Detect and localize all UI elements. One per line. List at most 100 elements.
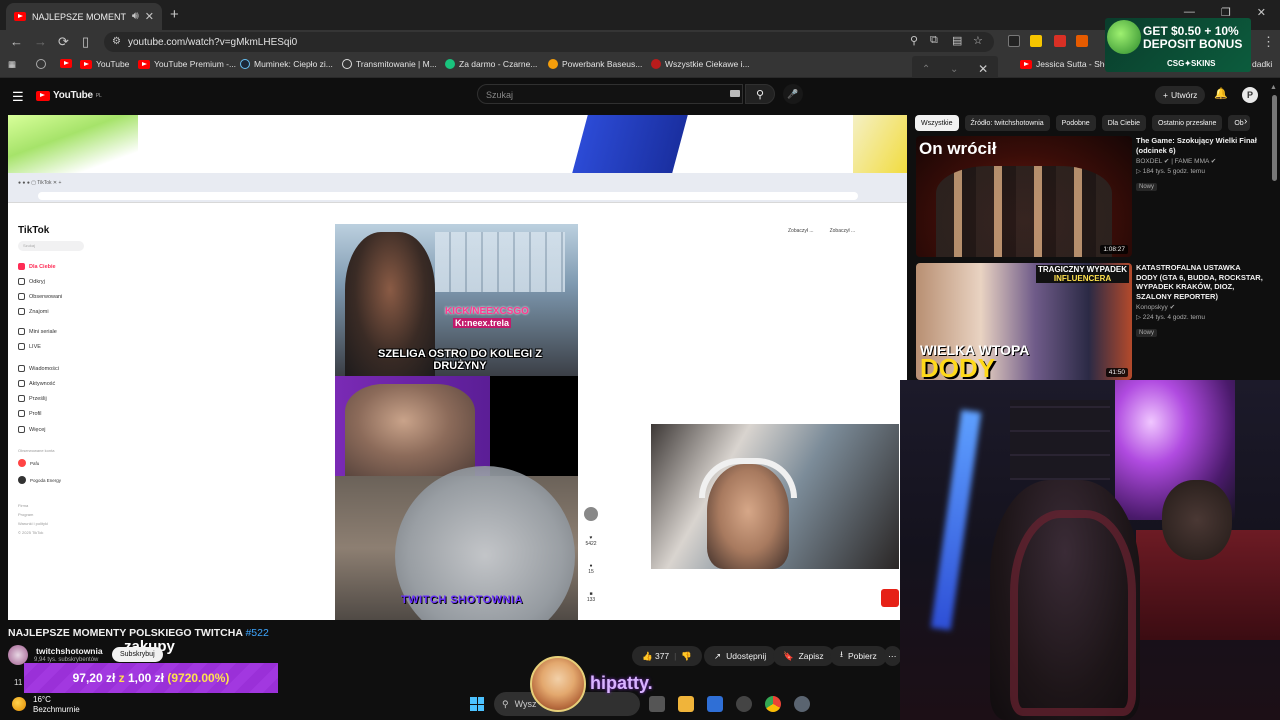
download-button[interactable]: ⭳ Pobierz — [830, 646, 887, 666]
bookmark-item[interactable]: YouTube Premium -... — [138, 59, 236, 69]
keyboard-icon[interactable] — [730, 90, 740, 97]
chip-source[interactable]: Źródło: twitchshotownia — [964, 115, 1050, 131]
tab-audio-icon[interactable]: 🔊︎ — [132, 10, 139, 23]
recommendation-meta: ▷ 224 tys. 4 godz. temu — [1136, 314, 1205, 321]
chip-all[interactable]: Wszystkie — [915, 115, 959, 131]
browser-menu-icon[interactable]: ⋮ — [1262, 34, 1275, 50]
bookmark-star-icon[interactable]: ☆ — [973, 34, 983, 47]
share-button[interactable]: ↗ Udostępnij — [704, 646, 777, 666]
bookmark-item[interactable]: Transmitowanie | M... — [342, 59, 437, 69]
windows-start-icon[interactable] — [470, 697, 484, 711]
bell-icon[interactable]: 🔔 — [1214, 87, 1228, 100]
bookmark-item[interactable]: Muminek: Ciepło zi... — [240, 59, 333, 69]
create-label: Utwórz — [1170, 90, 1198, 100]
weather-icon[interactable] — [12, 697, 26, 711]
bookmark-item[interactable]: Wszystkie Ciekawe i... — [651, 59, 750, 69]
reload-icon[interactable]: ⟳ — [58, 34, 69, 50]
bookmark-item[interactable]: dadki — [1252, 59, 1272, 69]
tiktok-nav-item: Wiadomości — [18, 365, 59, 372]
save-button[interactable]: 🔖 Zapisz — [773, 646, 834, 666]
tiktok-nav-item: LIVE — [18, 343, 41, 350]
chip-related[interactable]: Podobne — [1055, 115, 1096, 131]
menu-icon[interactable]: ☰ — [12, 89, 24, 105]
youtube-logo-text: YouTube — [53, 90, 93, 101]
extension-icon[interactable] — [1054, 35, 1066, 47]
more-actions-button[interactable]: ⋯ — [884, 646, 901, 666]
file-explorer-icon[interactable] — [678, 696, 694, 712]
task-view-icon[interactable] — [649, 696, 665, 712]
find-close-icon[interactable]: ✕ — [978, 62, 988, 76]
scroll-up-icon[interactable]: ▲ — [1270, 84, 1277, 91]
chip-for-you[interactable]: Dla Ciebie — [1101, 115, 1146, 131]
dislike-button[interactable]: 👎 — [681, 651, 692, 662]
zoom-icon[interactable]: ⚲ — [910, 34, 918, 47]
subscribe-button[interactable]: Subskrybuj — [112, 647, 163, 662]
chrome-icon[interactable] — [765, 696, 781, 712]
like-button[interactable]: 👍 377 — [642, 651, 669, 662]
new-tab-button[interactable]: + — [170, 6, 179, 23]
bookmark-item[interactable] — [36, 59, 46, 69]
recommendation-title[interactable]: KATASTROFALNA USTAWKA DODY (GTA 6, BUDDA… — [1136, 263, 1264, 301]
browser-tab-active[interactable]: NAJLEPSZE MOMENTY POLSKI 🔊︎ ✕ — [6, 3, 162, 30]
back-icon[interactable]: ← — [10, 34, 23, 49]
find-next-icon[interactable]: ⌄ — [950, 64, 958, 75]
close-window-button[interactable]: ✕ — [1257, 6, 1266, 19]
apps-grid-icon[interactable]: ▦ — [8, 59, 16, 70]
search-button[interactable]: ⚲ — [745, 84, 775, 104]
streamer-webcam — [900, 380, 1280, 720]
store-icon[interactable] — [707, 696, 723, 712]
filter-chips: Wszystkie Źródło: twitchshotownia Podobn… — [915, 115, 1260, 131]
channel-name[interactable]: twitchshotownia — [36, 646, 103, 656]
tab-close-icon[interactable]: ✕ — [145, 10, 154, 23]
taskbar-search-label: Wysz — [514, 699, 537, 709]
search-input[interactable]: Szukaj — [477, 84, 743, 104]
recommendation-info[interactable]: KATASTROFALNA USTAWKA DODY (GTA 6, BUDDA… — [1136, 263, 1264, 339]
site-info-icon[interactable]: ⚙ — [112, 36, 121, 47]
tiktok-nav-item: Znajomi — [18, 308, 49, 315]
bookmark-item[interactable]: Jessica Sutta - Show — [1020, 59, 1115, 69]
create-button[interactable]: + Utwórz — [1155, 86, 1206, 104]
app-icon[interactable] — [736, 696, 752, 712]
bookmark-item[interactable]: Za darmo - Czarne... — [445, 59, 537, 69]
recommendation-info[interactable]: The Game: Szokujący Wielki Finał (odcine… — [1136, 136, 1264, 193]
chevron-right-icon[interactable]: › — [1244, 116, 1247, 127]
browser-toolbar: ← → ⟳ ▯ ⚙ youtube.com/watch?v=gMkmLHESqi… — [0, 30, 1280, 54]
video-player[interactable]: ● ● ● ▢ TikTok ✕ + TikTok Szukaj Dla Cie… — [8, 115, 907, 620]
extension-icon[interactable] — [1076, 35, 1088, 47]
recommendation-thumbnail[interactable]: TRAGICZNY WYPADEK INFLUENCERA WIELKA WTOP… — [916, 263, 1132, 380]
recommendation-thumbnail[interactable]: On wrócił 1:08:27 — [916, 136, 1132, 257]
clip-caption: SZELIGA OSTRO DO KOLEGI Z DRUŻYNY — [378, 348, 542, 372]
tiktok-footer-link: Firma — [18, 503, 29, 508]
recommendation-channel[interactable]: BOXDEL ✔ | FAME MMA ✔ — [1136, 157, 1264, 165]
install-icon[interactable]: ⧉ — [930, 34, 938, 47]
recommendation-title[interactable]: The Game: Szokujący Wielki Finał (odcine… — [1136, 136, 1264, 155]
bookmark-item[interactable]: Powerbank Baseus... — [548, 59, 642, 69]
find-prev-icon[interactable]: ⌃ — [922, 64, 930, 75]
promo-brand: CSG✦SKINS — [1167, 59, 1216, 68]
scrollbar-thumb[interactable] — [1272, 95, 1277, 181]
video-hashtag[interactable]: #522 — [245, 627, 268, 639]
bookmark-youtube-icon-only[interactable] — [60, 59, 72, 68]
thumbnail-text: DODY — [920, 353, 996, 380]
tiktok-nav-item: Obserwowani — [18, 293, 62, 300]
tiktok-footer-link: Warunki i polityki — [18, 521, 48, 526]
voice-search-button[interactable]: 🎤 — [783, 84, 803, 104]
chip-recent[interactable]: Ostatnio przesłane — [1151, 115, 1223, 131]
streamer-avatar — [530, 656, 586, 712]
channel-avatar[interactable] — [8, 645, 28, 665]
captured-youtube-icon — [881, 589, 899, 607]
side-panel-icon[interactable]: ▯ — [82, 34, 89, 50]
youtube-logo[interactable]: YouTube PL — [36, 90, 102, 101]
mascot-icon — [1107, 20, 1141, 54]
address-bar[interactable]: ⚙ youtube.com/watch?v=gMkmLHESqi0 — [104, 32, 994, 52]
avatar[interactable]: P — [1242, 87, 1258, 103]
bookmark-item[interactable]: YouTube — [80, 59, 129, 69]
extension-icon[interactable] — [1008, 35, 1020, 47]
settings-icon[interactable] — [794, 696, 810, 712]
extension-icon[interactable] — [1030, 35, 1042, 47]
forward-icon[interactable]: → — [34, 34, 47, 49]
reader-icon[interactable]: ▤ — [952, 34, 962, 47]
recommendation-channel[interactable]: Konopskyy ✔ — [1136, 303, 1264, 311]
thumbnail-headline: TRAGICZNY WYPADEK INFLUENCERA — [1036, 265, 1130, 283]
weather-temperature: 16°C — [33, 695, 51, 704]
